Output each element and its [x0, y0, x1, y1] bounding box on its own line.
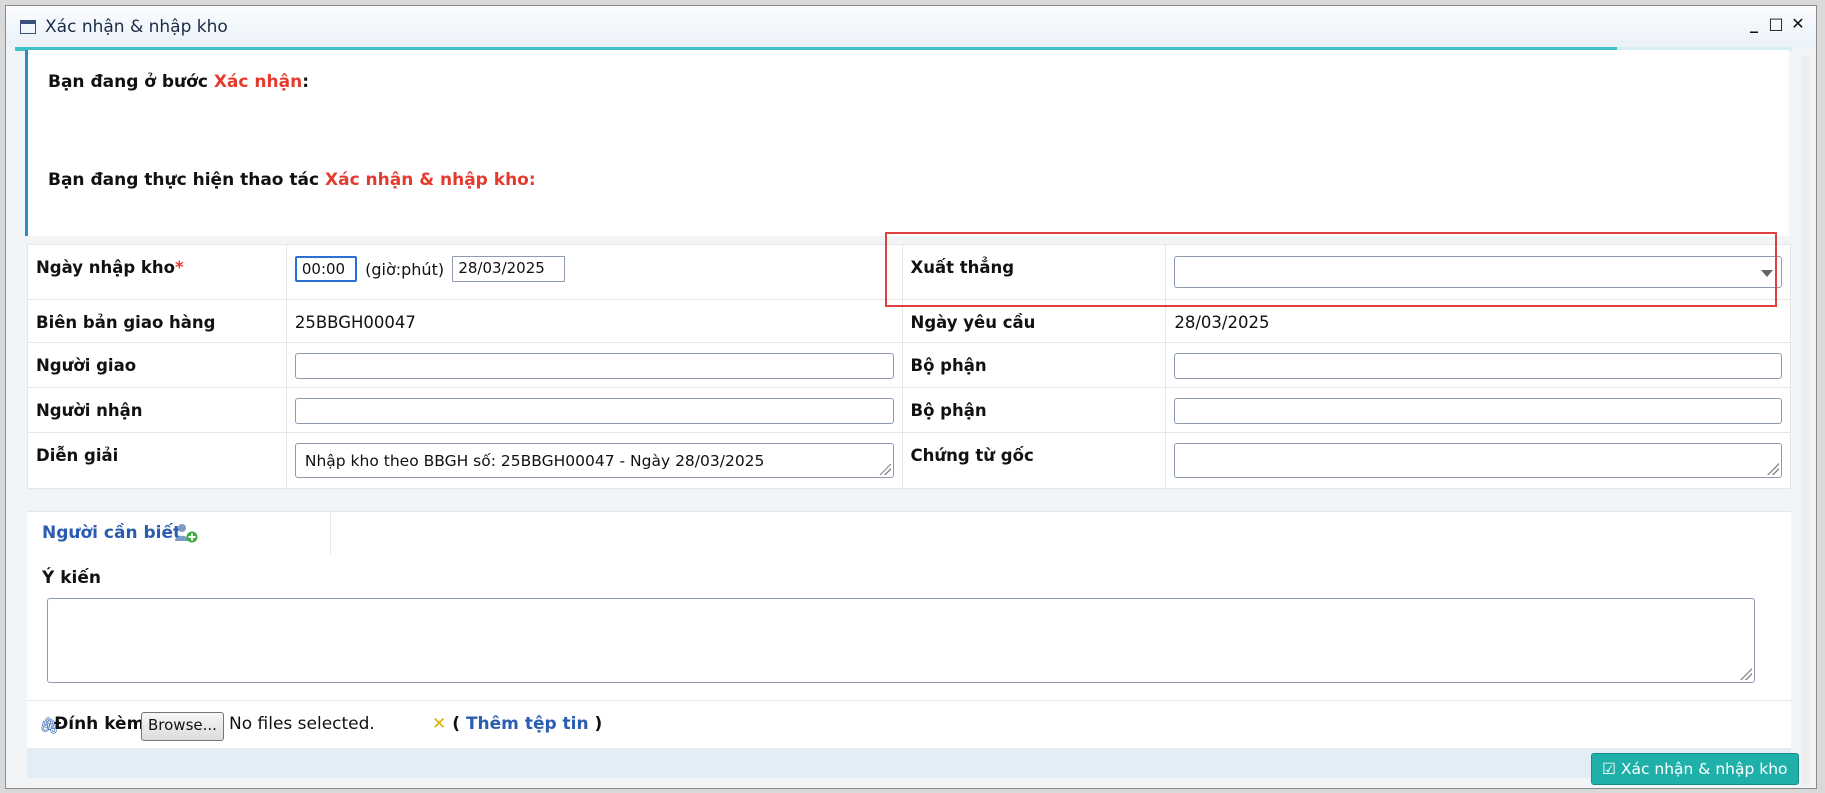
window-controls: _ □ ✕	[1746, 16, 1806, 32]
request-date-label: Ngày yêu cầu	[901, 299, 1167, 343]
time-format-hint: (giờ:phút)	[365, 259, 445, 279]
receiver-input[interactable]	[294, 398, 894, 424]
confirm-receive-button[interactable]: ☑ Xác nhận & nhập kho	[1591, 753, 1799, 785]
attachment-label: Đính kèm	[54, 714, 145, 734]
notify-people-link[interactable]: Người cần biết	[42, 523, 181, 543]
source-document-textarea[interactable]	[1174, 443, 1782, 478]
opinion-textarea[interactable]	[47, 598, 1755, 683]
deliverer-department-input[interactable]	[1174, 353, 1782, 379]
scrollbar[interactable]	[1801, 56, 1810, 786]
direct-export-select[interactable]	[1174, 256, 1782, 288]
deliverer-input[interactable]	[294, 353, 894, 379]
resize-handle-icon[interactable]	[1740, 668, 1752, 680]
add-user-icon[interactable]	[173, 522, 199, 544]
close-icon[interactable]: ✕	[1790, 16, 1806, 32]
receipt-time-input[interactable]: 00:00	[294, 256, 357, 282]
title-bar[interactable]: Xác nhận & nhập kho _ □ ✕	[6, 6, 1816, 47]
receiver-department-label: Bộ phận	[901, 387, 1167, 433]
current-action-name: Xác nhận & nhập kho:	[324, 170, 536, 190]
deliverer-label: Người giao	[27, 342, 287, 388]
opinion-section: Ý kiến	[27, 554, 1791, 700]
description-textarea[interactable]: Nhập kho theo BBGH số: 25BBGH00047 - Ngà…	[294, 443, 894, 478]
minimize-icon[interactable]: _	[1746, 16, 1762, 32]
chevron-down-icon	[1761, 270, 1773, 277]
delivery-record-value: 25BBGH00047	[294, 313, 416, 332]
add-file-link[interactable]: Thêm tệp tin	[466, 714, 589, 734]
resize-handle-icon[interactable]	[1767, 463, 1779, 475]
browse-button[interactable]: Browse...	[141, 712, 224, 741]
deliverer-department-label: Bộ phận	[901, 342, 1167, 388]
current-action-text: Bạn đang thực hiện thao tác Xác nhận & n…	[48, 170, 536, 190]
notify-people-row: Người cần biết	[27, 511, 1791, 556]
window-icon	[20, 19, 36, 34]
opinion-label: Ý kiến	[42, 568, 101, 588]
footer-bar	[27, 748, 1791, 778]
step-info-panel: Bạn đang ở bước Xác nhận: Bạn đang thực …	[25, 50, 1789, 236]
receiver-label: Người nhận	[27, 387, 287, 433]
request-date-value: 28/03/2025	[1174, 313, 1270, 332]
maximize-icon[interactable]: □	[1768, 16, 1784, 32]
attachment-row: 🖇 Đính kèm Browse... No files selected. …	[27, 700, 1791, 749]
description-label: Diễn giải	[27, 432, 287, 489]
receipt-form: Ngày nhập kho* 00:00 (giờ:phút) 28/03/20…	[27, 244, 1791, 489]
resize-handle-icon[interactable]	[878, 463, 891, 475]
source-document-label: Chứng từ gốc	[901, 432, 1167, 489]
receipt-date-input[interactable]: 28/03/2025	[452, 256, 566, 282]
file-status: No files selected.	[229, 714, 375, 734]
add-file-group: ✕( Thêm tệp tin )	[432, 714, 603, 734]
receipt-date-label: Ngày nhập kho*	[27, 244, 287, 300]
current-step-text: Bạn đang ở bước Xác nhận:	[48, 72, 309, 92]
current-step-name: Xác nhận	[213, 72, 303, 92]
dialog-title: Xác nhận & nhập kho	[45, 16, 228, 37]
direct-export-label: Xuất thẳng	[901, 244, 1167, 300]
check-square-icon: ☑	[1602, 760, 1616, 778]
remove-icon[interactable]: ✕	[432, 714, 446, 734]
delivery-record-label: Biên bản giao hàng	[27, 299, 287, 343]
receiver-department-input[interactable]	[1174, 398, 1782, 424]
